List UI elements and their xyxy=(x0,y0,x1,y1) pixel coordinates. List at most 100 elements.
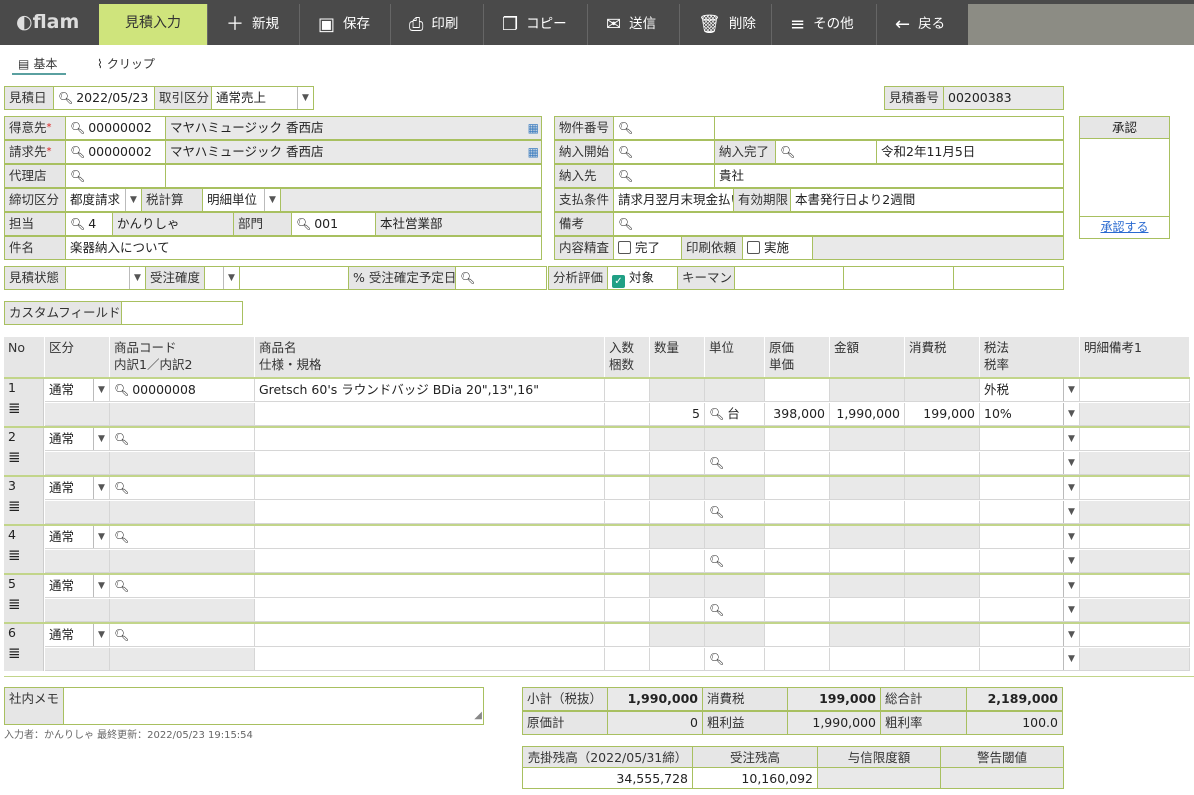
row-taxrate-select[interactable]: ▼ xyxy=(980,452,1080,475)
keyman-input-3[interactable] xyxy=(953,266,1064,290)
row-product-code-input[interactable]: 🔍︎ 00000008 xyxy=(110,379,255,402)
toolbar-save-button[interactable]: ▣ 保存 xyxy=(299,4,390,45)
row-product-name-input[interactable]: Gretsch 60's ラウンドバッジ BDia 20",13",16" xyxy=(255,379,605,402)
billing-code-input[interactable]: 🔍︎ 00000002 xyxy=(65,140,166,164)
row-spec-input[interactable] xyxy=(255,599,605,622)
chevron-down-icon[interactable]: ▼ xyxy=(223,267,239,289)
row-memo-input[interactable] xyxy=(1080,575,1190,598)
row-cost-input[interactable] xyxy=(765,624,830,647)
row-kubun-select[interactable]: 通常 ▼ xyxy=(45,477,110,500)
staff-code-input[interactable]: 🔍︎ 4 xyxy=(65,212,113,236)
toolbar-print-button[interactable]: ⎙ 印刷 xyxy=(390,4,483,45)
row-spec-input[interactable] xyxy=(255,501,605,524)
row-qty-input[interactable] xyxy=(650,550,705,573)
chevron-down-icon[interactable]: ▼ xyxy=(1063,452,1079,474)
customer-code-input[interactable]: 🔍︎ 00000002 xyxy=(65,116,166,140)
estimate-status-select[interactable]: ▼ xyxy=(65,266,146,290)
row-unit-input[interactable]: 🔍︎ xyxy=(705,501,765,524)
row-taxlaw-select[interactable]: 外税 ▼ xyxy=(980,379,1080,402)
row-product-code-input[interactable]: 🔍︎ xyxy=(110,624,255,647)
row-memo-input[interactable] xyxy=(1080,526,1190,549)
chevron-down-icon[interactable]: ▼ xyxy=(1063,403,1079,425)
search-icon[interactable]: 🔍︎ xyxy=(618,145,633,159)
row-konsu-input[interactable] xyxy=(605,501,650,524)
chevron-down-icon[interactable]: ▼ xyxy=(1063,379,1079,401)
row-cost-input[interactable] xyxy=(765,428,830,451)
row-qty-input[interactable] xyxy=(650,599,705,622)
search-icon[interactable]: 🔍︎ xyxy=(709,652,724,666)
row-price-input[interactable] xyxy=(765,648,830,671)
subtab-clip[interactable]: ⌇ クリップ xyxy=(97,55,155,72)
search-icon[interactable]: 🔍︎ xyxy=(296,217,311,231)
search-icon[interactable]: 🔍︎ xyxy=(70,121,85,135)
row-unit-input[interactable]: 🔍︎ xyxy=(705,599,765,622)
row-taxlaw-select[interactable]: ▼ xyxy=(980,624,1080,647)
row-unit-input[interactable]: 🔍︎ 台 xyxy=(705,403,765,426)
chevron-down-icon[interactable]: ▼ xyxy=(1063,624,1079,646)
search-icon[interactable]: 🔍︎ xyxy=(114,432,129,446)
row-irisu-input[interactable] xyxy=(605,428,650,451)
tab-estimate-input[interactable]: 見積入力 xyxy=(99,4,207,45)
row-product-code-input[interactable]: 🔍︎ xyxy=(110,526,255,549)
analysis-checkbox[interactable]: ✓ 対象 xyxy=(607,266,678,290)
row-irisu-input[interactable] xyxy=(605,575,650,598)
row-price-input[interactable]: 398,000 xyxy=(765,403,830,426)
search-icon[interactable]: 🔍︎ xyxy=(618,121,633,135)
search-icon[interactable]: 🔍︎ xyxy=(70,169,85,183)
chevron-down-icon[interactable]: ▼ xyxy=(93,477,109,499)
chevron-down-icon[interactable]: ▼ xyxy=(93,624,109,646)
search-icon[interactable]: 🔍︎ xyxy=(709,554,724,568)
row-price-input[interactable] xyxy=(765,550,830,573)
row-unit-input[interactable]: 🔍︎ xyxy=(705,550,765,573)
row-product-code-input[interactable]: 🔍︎ xyxy=(110,477,255,500)
resize-handle-icon[interactable]: ◢ xyxy=(474,705,482,724)
row-qty-input[interactable] xyxy=(650,452,705,475)
chevron-down-icon[interactable]: ▼ xyxy=(297,87,313,109)
row-product-name-input[interactable] xyxy=(255,624,605,647)
order-probability-input[interactable] xyxy=(239,266,349,290)
chevron-down-icon[interactable]: ▼ xyxy=(129,267,145,289)
row-price-input[interactable] xyxy=(765,501,830,524)
row-price-input[interactable] xyxy=(765,599,830,622)
checkbox[interactable] xyxy=(618,241,631,254)
chevron-down-icon[interactable]: ▼ xyxy=(1063,575,1079,597)
approve-link[interactable]: 承認する xyxy=(1080,216,1169,238)
row-qty-input[interactable] xyxy=(650,501,705,524)
chevron-down-icon[interactable]: ▼ xyxy=(1063,526,1079,548)
row-cost-input[interactable] xyxy=(765,477,830,500)
row-detail-icon[interactable]: ≣ xyxy=(8,548,39,563)
row-product-code-input[interactable]: 🔍︎ xyxy=(110,575,255,598)
estimate-date-input[interactable]: 🔍︎ 2022/05/23 xyxy=(53,86,155,110)
row-product-name-input[interactable] xyxy=(255,575,605,598)
review-done-checkbox[interactable]: 完了 xyxy=(613,236,682,260)
delivery-end-input[interactable]: 🔍︎ xyxy=(775,140,877,164)
search-icon[interactable]: 🔍︎ xyxy=(114,579,129,593)
row-spec-input[interactable] xyxy=(255,452,605,475)
toolbar-menu-button[interactable]: ≡ その他 xyxy=(771,4,876,45)
chevron-down-icon[interactable]: ▼ xyxy=(93,379,109,401)
search-icon[interactable]: 🔍︎ xyxy=(114,530,129,544)
order-date-input[interactable]: 🔍︎ xyxy=(455,266,547,290)
remarks-input[interactable]: 🔍︎ xyxy=(613,212,1064,236)
row-taxrate-select[interactable]: ▼ xyxy=(980,550,1080,573)
search-icon[interactable]: 🔍︎ xyxy=(709,456,724,470)
row-detail-icon[interactable]: ≣ xyxy=(8,597,39,612)
search-icon[interactable]: 🔍︎ xyxy=(618,169,633,183)
search-icon[interactable]: 🔍︎ xyxy=(114,383,129,397)
department-code-input[interactable]: 🔍︎ 001 xyxy=(291,212,376,236)
row-taxrate-select[interactable]: 10% ▼ xyxy=(980,403,1080,426)
row-spec-input[interactable] xyxy=(255,550,605,573)
search-icon[interactable]: 🔍︎ xyxy=(709,407,724,421)
address-book-icon[interactable]: ▦ xyxy=(528,117,539,139)
row-cost-input[interactable] xyxy=(765,575,830,598)
row-konsu-input[interactable] xyxy=(605,599,650,622)
row-product-name-input[interactable] xyxy=(255,428,605,451)
row-taxlaw-select[interactable]: ▼ xyxy=(980,575,1080,598)
row-qty-input[interactable] xyxy=(650,648,705,671)
row-kubun-select[interactable]: 通常 ▼ xyxy=(45,526,110,549)
row-unit-input[interactable]: 🔍︎ xyxy=(705,452,765,475)
property-number-input[interactable]: 🔍︎ xyxy=(613,116,715,140)
row-memo-input[interactable] xyxy=(1080,477,1190,500)
row-cost-input[interactable] xyxy=(765,379,830,402)
row-taxrate-select[interactable]: ▼ xyxy=(980,599,1080,622)
